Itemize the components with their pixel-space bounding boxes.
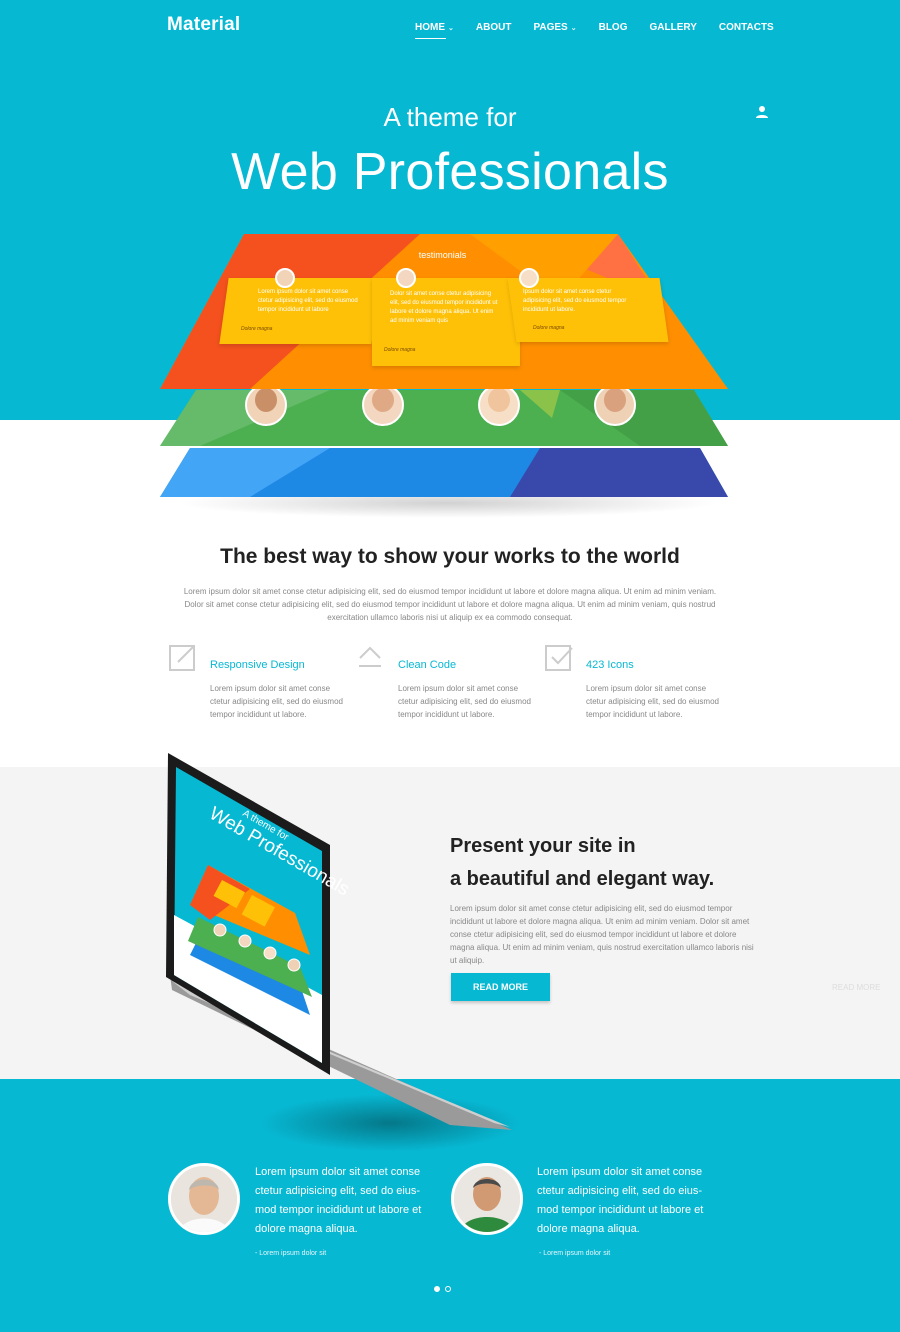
- chevron-up-icon: [359, 646, 381, 667]
- person-photo: [171, 1166, 237, 1232]
- read-more-ghost-label: READ MORE: [832, 983, 881, 992]
- main-nav: HOME ⌄ ABOUT PAGES ⌄ BLOG GALLERY CONTACTS: [415, 22, 796, 39]
- hero-card-1-author: Dolore magna: [241, 326, 273, 332]
- feature-text: Lorem ipsum dolor sit amet conse ctetur …: [398, 684, 531, 719]
- chevron-down-icon: ⌄: [448, 25, 454, 32]
- nav-home[interactable]: HOME ⌄: [415, 22, 454, 39]
- chevron-down-icon: ⌄: [570, 25, 577, 32]
- testimonial-quote: Lorem ipsum dolor sit amet conse ctetur …: [537, 1166, 704, 1235]
- nav-gallery[interactable]: GALLERY: [649, 22, 696, 33]
- nav-blog[interactable]: BLOG: [599, 22, 628, 33]
- nav-about-label: ABOUT: [475, 22, 512, 33]
- logo[interactable]: Material: [167, 14, 240, 36]
- slider-dot-2[interactable]: [445, 1286, 451, 1292]
- avatar: [168, 1163, 240, 1235]
- nav-contacts[interactable]: CONTACTS: [719, 22, 774, 33]
- avatar: [451, 1163, 523, 1235]
- hero-card-3-text: Ipsum dolor sit amet conse ctetur adipis…: [523, 289, 627, 313]
- about-title: The best way to show your works to the w…: [220, 545, 680, 568]
- laptop-mockup: A theme for Web Professionals: [166, 753, 512, 1130]
- hero-card-3-author: Dolore magna: [533, 325, 565, 331]
- nav-home-label: HOME: [415, 22, 445, 33]
- hero-card-1-text: Lorem ipsum dolor sit amet conse ctetur …: [258, 289, 358, 313]
- feature-text: Lorem ipsum dolor sit amet conse ctetur …: [210, 684, 343, 719]
- testimonials-card-heading: testimonials: [418, 250, 467, 260]
- slider-dot-1[interactable]: [434, 1286, 440, 1292]
- nav-gallery-label: GALLERY: [649, 22, 697, 33]
- hero-subtitle: A theme for: [383, 102, 517, 132]
- hero-card-1-avatar: [275, 268, 295, 288]
- hero-card-3-avatar: [519, 268, 539, 288]
- hero-card-2-text: Dolor sit amet conse ctetur adipisicing …: [390, 291, 498, 324]
- nav-blog-label: BLOG: [598, 22, 628, 33]
- nav-pages[interactable]: PAGES ⌄: [533, 22, 576, 33]
- nav-pages-label: PAGES: [533, 22, 568, 33]
- hero-card-2-avatar: [396, 268, 416, 288]
- person-photo: [454, 1166, 520, 1232]
- about-text: Lorem ipsum dolor sit amet conse ctetur …: [183, 587, 717, 622]
- stack-shadow: [175, 488, 720, 518]
- slider-dots: [434, 1286, 451, 1292]
- check-square-icon: [545, 645, 573, 671]
- hero-title: Web Professionals: [231, 143, 669, 201]
- feature-title: 423 Icons: [586, 659, 634, 671]
- external-link-icon: [169, 645, 195, 671]
- nav-about[interactable]: ABOUT: [476, 22, 512, 33]
- feature-title: Responsive Design: [210, 659, 305, 671]
- testimonial-quote: Lorem ipsum dolor sit amet conse ctetur …: [255, 1166, 422, 1235]
- feature-text: Lorem ipsum dolor sit amet conse ctetur …: [586, 684, 719, 719]
- nav-contacts-label: CONTACTS: [718, 22, 774, 33]
- testimonial-author: - Lorem ipsum dolor sit: [539, 1250, 611, 1257]
- testimonial-author: - Lorem ipsum dolor sit: [255, 1250, 327, 1257]
- feature-title: Clean Code: [398, 659, 457, 671]
- hero-card-2-author: Dolore magna: [384, 347, 416, 353]
